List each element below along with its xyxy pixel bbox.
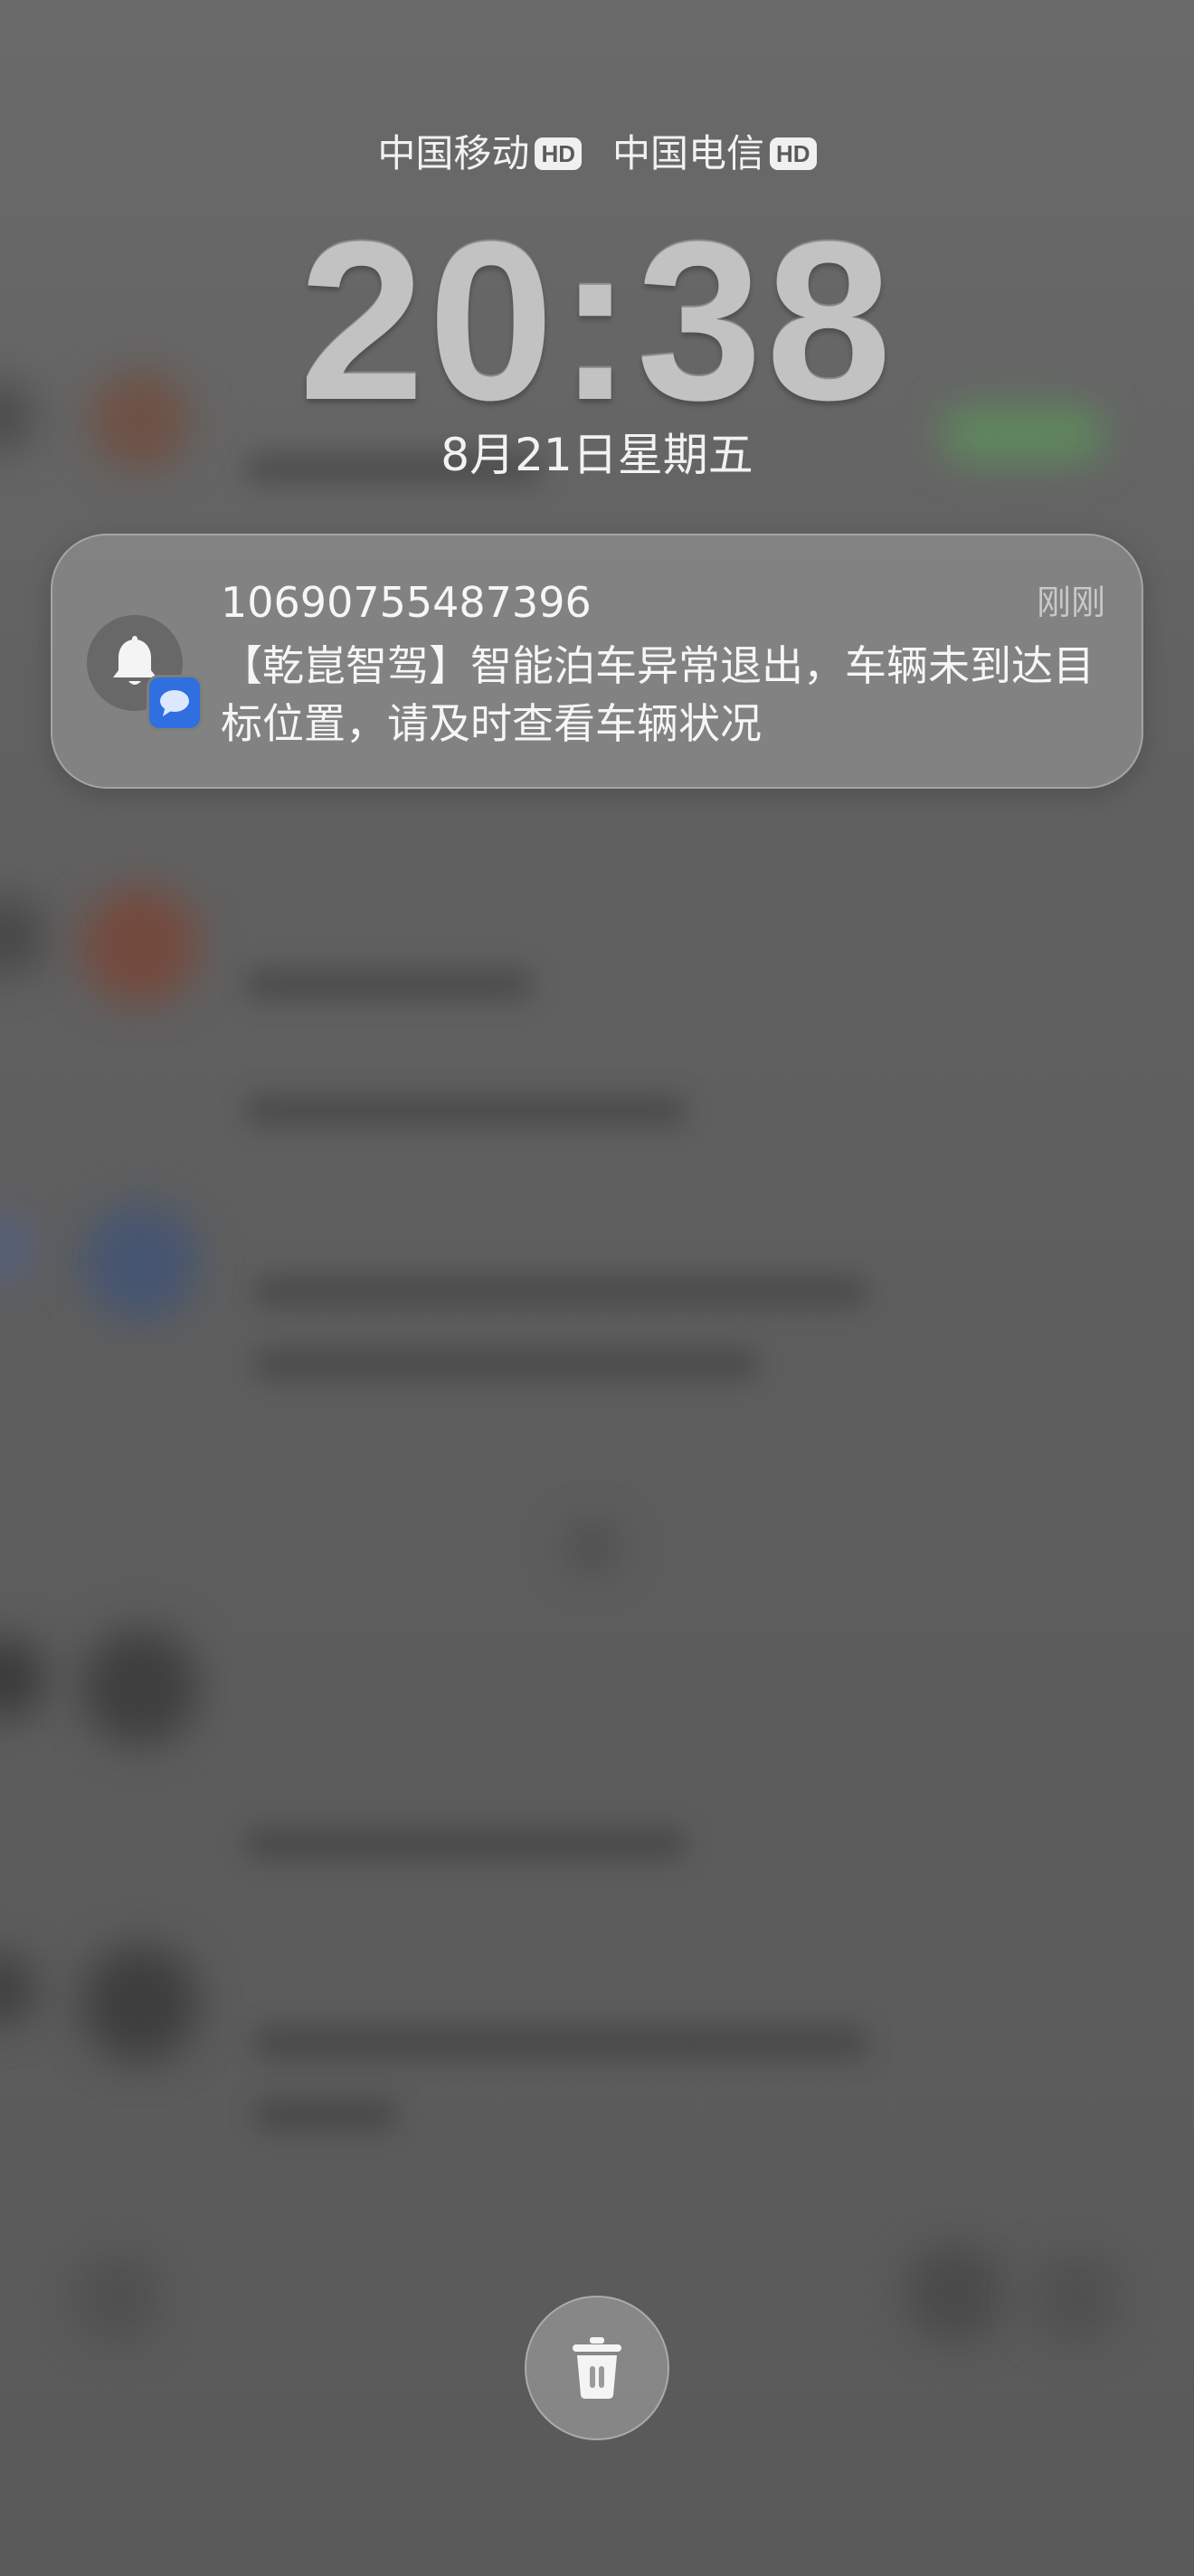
- lockscreen-date: 8月21日星期五: [441, 429, 753, 481]
- hd-badge: HD: [770, 137, 817, 170]
- notification-card[interactable]: 10690755487396 刚刚 【乾崑智驾】智能泊车异常退出，车辆未到达目标…: [51, 534, 1143, 789]
- carrier-bar: 中国移动 HD 中国电信 HD: [0, 127, 1194, 181]
- carrier-name: 中国电信: [612, 131, 765, 175]
- carrier-2: 中国电信 HD: [612, 127, 817, 181]
- clear-notifications-button[interactable]: [525, 2296, 669, 2440]
- trash-icon: [573, 2337, 621, 2399]
- notification-message: 【乾崑智驾】智能泊车异常退出，车辆未到达目标位置，请及时查看车辆状况: [221, 641, 1094, 748]
- carrier-name: 中国移动: [377, 131, 530, 175]
- message-bubble-icon: [147, 675, 203, 731]
- hd-badge: HD: [535, 137, 582, 170]
- notification-time: 刚刚: [1036, 582, 1105, 622]
- notification-sender: 10690755487396: [221, 578, 592, 627]
- lockscreen-clock: 20:38: [298, 194, 896, 447]
- carrier-1: 中国移动 HD: [377, 127, 582, 181]
